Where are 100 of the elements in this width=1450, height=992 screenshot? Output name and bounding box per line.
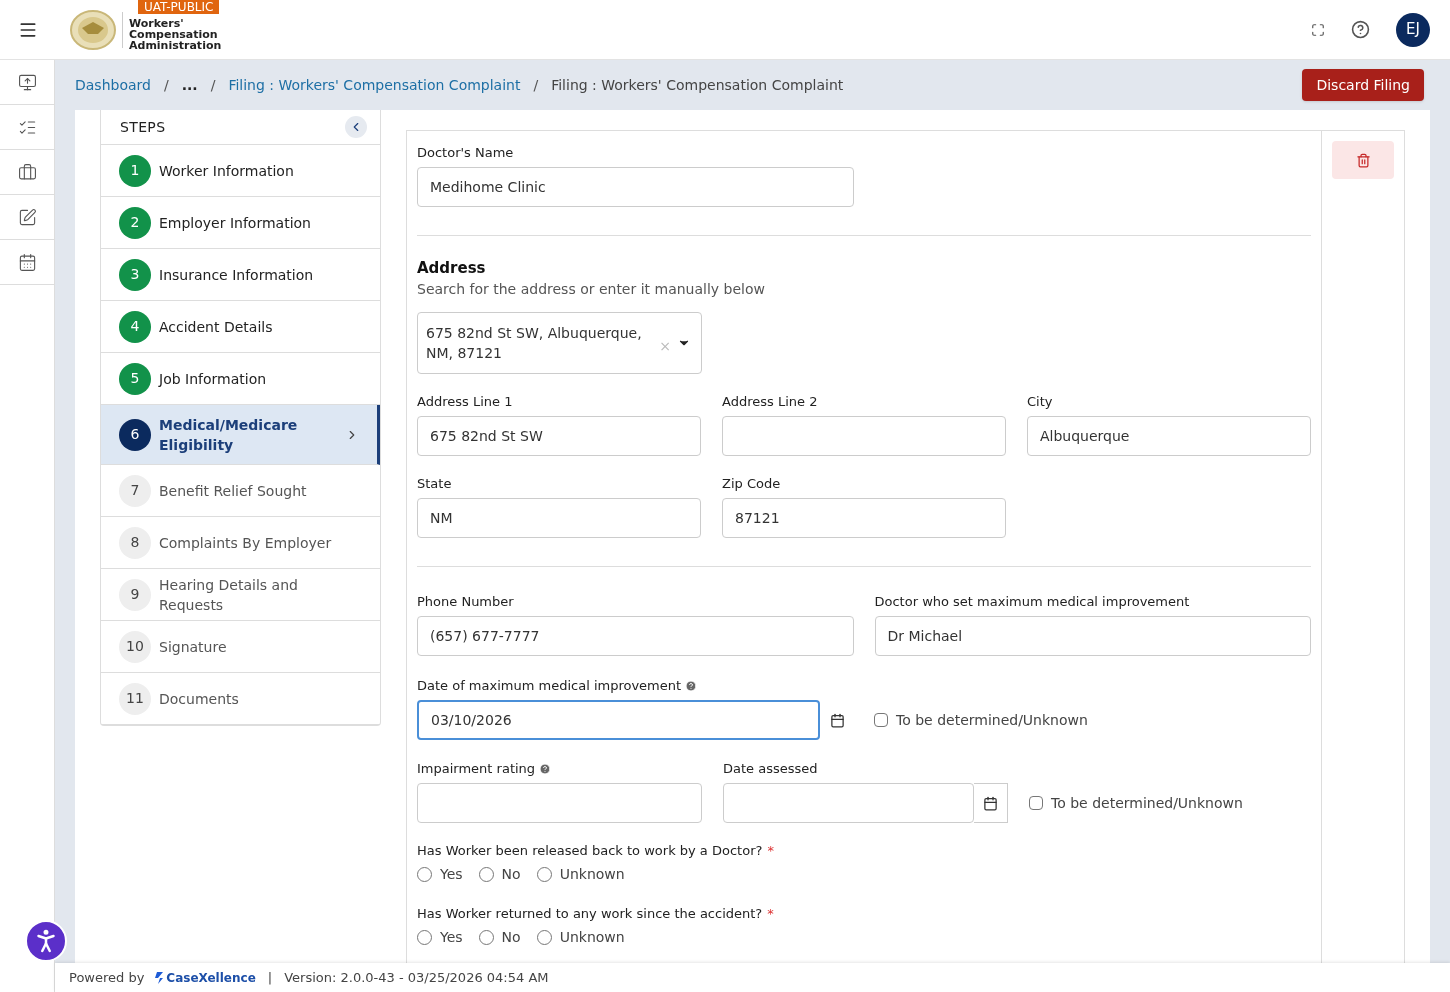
question-text: Has Worker been released back to work by a Doctor? — [417, 843, 763, 859]
step-number: 10 — [119, 630, 151, 663]
collapse-button[interactable] — [345, 116, 367, 138]
brand-name: CaseXellence — [166, 969, 256, 987]
breadcrumb-ellipsis[interactable]: ... — [181, 74, 198, 96]
step-item[interactable]: 11 Documents — [101, 673, 380, 725]
step-label: Employer Information — [159, 213, 312, 233]
step-item[interactable]: 3 Insurance Information — [101, 249, 380, 301]
question-text: Has Worker returned to any work since the accident? — [417, 906, 763, 922]
user-avatar[interactable]: EJ — [1396, 12, 1430, 47]
edit-icon[interactable] — [17, 207, 37, 227]
step-item[interactable]: 10 Signature — [101, 621, 380, 673]
step-number: 4 — [119, 310, 151, 343]
breadcrumb-link[interactable]: Filing : Workers' Compensation Complaint — [228, 74, 521, 96]
required-mark: * — [767, 843, 774, 859]
radio-label: Yes — [440, 929, 463, 945]
step-item[interactable]: 9 Hearing Details and Requests — [101, 569, 380, 621]
step-item[interactable]: 4 Accident Details — [101, 301, 380, 353]
text-field[interactable]: Medihome Clinic — [417, 167, 854, 207]
briefcase-icon[interactable] — [17, 162, 37, 182]
text-field[interactable] — [722, 416, 1006, 456]
field-label: Doctor's Name — [417, 145, 514, 161]
breadcrumb-separator: / — [210, 75, 216, 95]
step-label: Accident Details — [159, 317, 274, 337]
step-label: Worker Information — [159, 161, 295, 181]
step-number: 2 — [119, 206, 151, 239]
step-item[interactable]: 2 Employer Information — [101, 197, 380, 249]
brand-logo-icon — [154, 970, 165, 985]
radio-label: Unknown — [559, 929, 625, 945]
calendar-button[interactable] — [974, 783, 1008, 823]
text-field[interactable]: Albuquerque — [1027, 416, 1311, 456]
checkbox-label: To be determined/Unknown — [896, 711, 1088, 729]
field-label: Date of maximum medical improvement — [417, 678, 682, 694]
breadcrumb-link[interactable]: Dashboard — [75, 74, 151, 96]
upload-icon[interactable] — [17, 72, 37, 92]
field-label: Date assessed — [723, 761, 818, 777]
step-number: 5 — [119, 362, 151, 395]
text-field[interactable] — [417, 783, 702, 823]
section-title: Address — [417, 258, 487, 278]
field-label: City — [1027, 394, 1053, 410]
text-field[interactable]: Dr Michael — [874, 616, 1311, 656]
step-item[interactable]: 7 Benefit Relief Sought — [101, 465, 380, 517]
footer-separator: | — [267, 968, 273, 987]
text-field[interactable]: 03/10/2026 — [417, 700, 820, 740]
text-field[interactable]: NM — [417, 498, 701, 538]
field-label: Address Line 1 — [417, 394, 513, 410]
radio-label: No — [501, 929, 521, 945]
step-item[interactable]: 8 Complaints By Employer — [101, 517, 380, 569]
field-label: Impairment rating — [417, 761, 536, 777]
step-label: Medical/Medicare Eligibility — [159, 415, 299, 455]
step-label: Benefit Relief Sought — [159, 481, 308, 501]
version-text: Version: 2.0.0-43 - 03/25/2026 04:54 AM — [284, 968, 549, 987]
step-item[interactable]: 6 Medical/Medicare Eligibility — [101, 405, 380, 465]
required-mark: * — [767, 906, 774, 922]
seal-icon — [70, 9, 116, 50]
trash-icon — [1355, 152, 1371, 168]
checkbox[interactable] — [1029, 796, 1043, 810]
breadcrumb-separator: / — [163, 75, 169, 95]
help-icon[interactable] — [1351, 20, 1370, 39]
calendar-icon — [983, 795, 998, 811]
step-label: Documents — [159, 689, 240, 709]
field-label: Zip Code — [722, 476, 781, 492]
discard-filing-button[interactable]: Discard Filing — [1302, 69, 1424, 101]
step-number: 3 — [119, 258, 151, 291]
step-number: 7 — [119, 474, 151, 507]
address-search-field[interactable]: 675 82nd St SW, Albuquerque, NM, 87121 × — [417, 312, 702, 374]
logo-text: Compensation — [129, 29, 218, 40]
step-item[interactable]: 1 Worker Information — [101, 145, 380, 197]
radio-label: Unknown — [559, 866, 625, 882]
step-number: 9 — [119, 578, 151, 611]
breadcrumb-separator: / — [533, 75, 539, 95]
step-label: Job Information — [159, 369, 268, 389]
section-subtitle: Search for the address or enter it manually below — [417, 280, 766, 298]
field-label: State — [417, 476, 452, 492]
text-field[interactable] — [723, 783, 974, 823]
step-label: Signature — [159, 637, 228, 657]
logo-text: Workers' — [129, 18, 185, 29]
radio-label: No — [501, 866, 521, 882]
breadcrumb-text: Filing : Workers' Compensation Complaint — [551, 75, 844, 95]
step-label: Insurance Information — [159, 265, 315, 285]
step-number: 6 — [119, 418, 151, 451]
fullscreen-icon[interactable] — [1311, 22, 1325, 37]
step-number: 8 — [119, 526, 151, 559]
text-field[interactable]: 675 82nd St SW — [417, 416, 701, 456]
calendar-icon[interactable] — [17, 252, 37, 272]
field-label: Phone Number — [417, 594, 514, 610]
text-field[interactable]: (657) 677-7777 — [417, 616, 854, 656]
radio-label: Yes — [440, 866, 463, 882]
text-field[interactable]: 87121 — [722, 498, 1006, 538]
step-label: Hearing Details and Requests — [159, 575, 299, 615]
step-label: Complaints By Employer — [159, 533, 333, 553]
logo-text: Administration — [129, 40, 222, 51]
environment-badge: UAT-PUBLIC — [138, 0, 220, 14]
checkbox-label: To be determined/Unknown — [1051, 794, 1243, 812]
step-number: 1 — [119, 154, 151, 187]
calendar-icon — [829, 712, 845, 728]
steps-title: STEPS — [120, 117, 166, 137]
checkbox[interactable] — [874, 713, 888, 727]
field-label: Address Line 2 — [722, 394, 818, 410]
delete-button[interactable] — [1332, 141, 1394, 179]
